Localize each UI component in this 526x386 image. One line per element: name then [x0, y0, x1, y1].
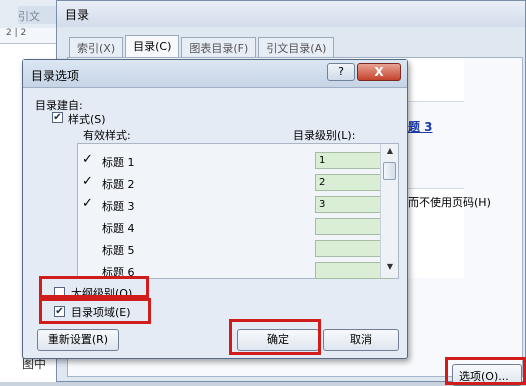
style-name: 标题 3	[102, 200, 135, 213]
scroll-down-arrow-icon[interactable]: ▼	[381, 262, 399, 274]
options-dialog-title: 目录选项	[31, 69, 80, 83]
checkmark-icon: ✓	[82, 174, 93, 189]
options-dialog-titlebar: 目录选项 ? X	[23, 60, 407, 88]
style-name: 标题 2	[102, 178, 135, 191]
available-styles-header: 有效样式:	[83, 129, 131, 142]
style-row: ✓ 标题 3 3	[78, 194, 391, 216]
toc-dialog-title: 目录	[57, 1, 525, 27]
scrollbar-thumb[interactable]	[383, 162, 396, 180]
style-list-scrollbar[interactable]: ▲ ▼	[380, 144, 398, 278]
styles-checkbox-label[interactable]: 样式(S)	[68, 111, 106, 127]
scroll-up-arrow-icon[interactable]: ▲	[381, 146, 399, 158]
style-list: ✓ 标题 1 1 ✓ 标题 2 2 ✓ 标题 3 3 标题 4 标题 5 标题 …	[77, 143, 399, 279]
toc-level-header: 目录级别(L):	[293, 129, 356, 142]
style-row: ✓ 标题 2 2	[78, 172, 391, 194]
style-row: ✓ 标题 1 1	[78, 150, 391, 172]
toc-options-dialog: 目录选项 ? X 目录建自: ✔ 样式(S) 有效样式: 目录级别(L): ✓ …	[22, 59, 408, 359]
cancel-button[interactable]: 取消	[323, 329, 399, 351]
toc-entry-fields-highlight	[39, 298, 151, 324]
style-row: 标题 5	[78, 238, 391, 260]
styles-checkbox[interactable]: ✔	[52, 112, 63, 123]
reset-button[interactable]: 重新设置(R)	[37, 329, 119, 351]
outline-level-highlight	[39, 276, 149, 298]
style-name: 标题 4	[102, 222, 135, 235]
ruler: 2 | 2	[0, 28, 60, 44]
style-name: 标题 1	[102, 156, 135, 169]
checkmark-icon: ✓	[82, 196, 93, 211]
toc-tab-strip: 索引(X) 目录(C) 图表目录(F) 引文目录(A)	[69, 35, 336, 57]
options-button-highlight	[445, 357, 526, 385]
references-tab[interactable]: 引文	[18, 6, 58, 24]
checkmark-icon: ✓	[82, 152, 93, 167]
close-button[interactable]: X	[357, 63, 401, 81]
tab-index[interactable]: 索引(X)	[69, 37, 124, 57]
style-name: 标题 5	[102, 244, 135, 257]
use-hyperlinks-option-label[interactable]: 而不使用页码(H)	[408, 194, 491, 210]
help-button[interactable]: ?	[327, 63, 355, 81]
ok-button-highlight	[229, 319, 321, 355]
style-row: 标题 4	[78, 216, 391, 238]
tab-table-of-contents[interactable]: 目录(C)	[125, 35, 180, 57]
preview-heading-link[interactable]: 题 3	[408, 118, 433, 135]
tab-table-of-figures[interactable]: 图表目录(F)	[181, 37, 257, 57]
tab-table-of-authorities[interactable]: 引文目录(A)	[258, 37, 335, 57]
